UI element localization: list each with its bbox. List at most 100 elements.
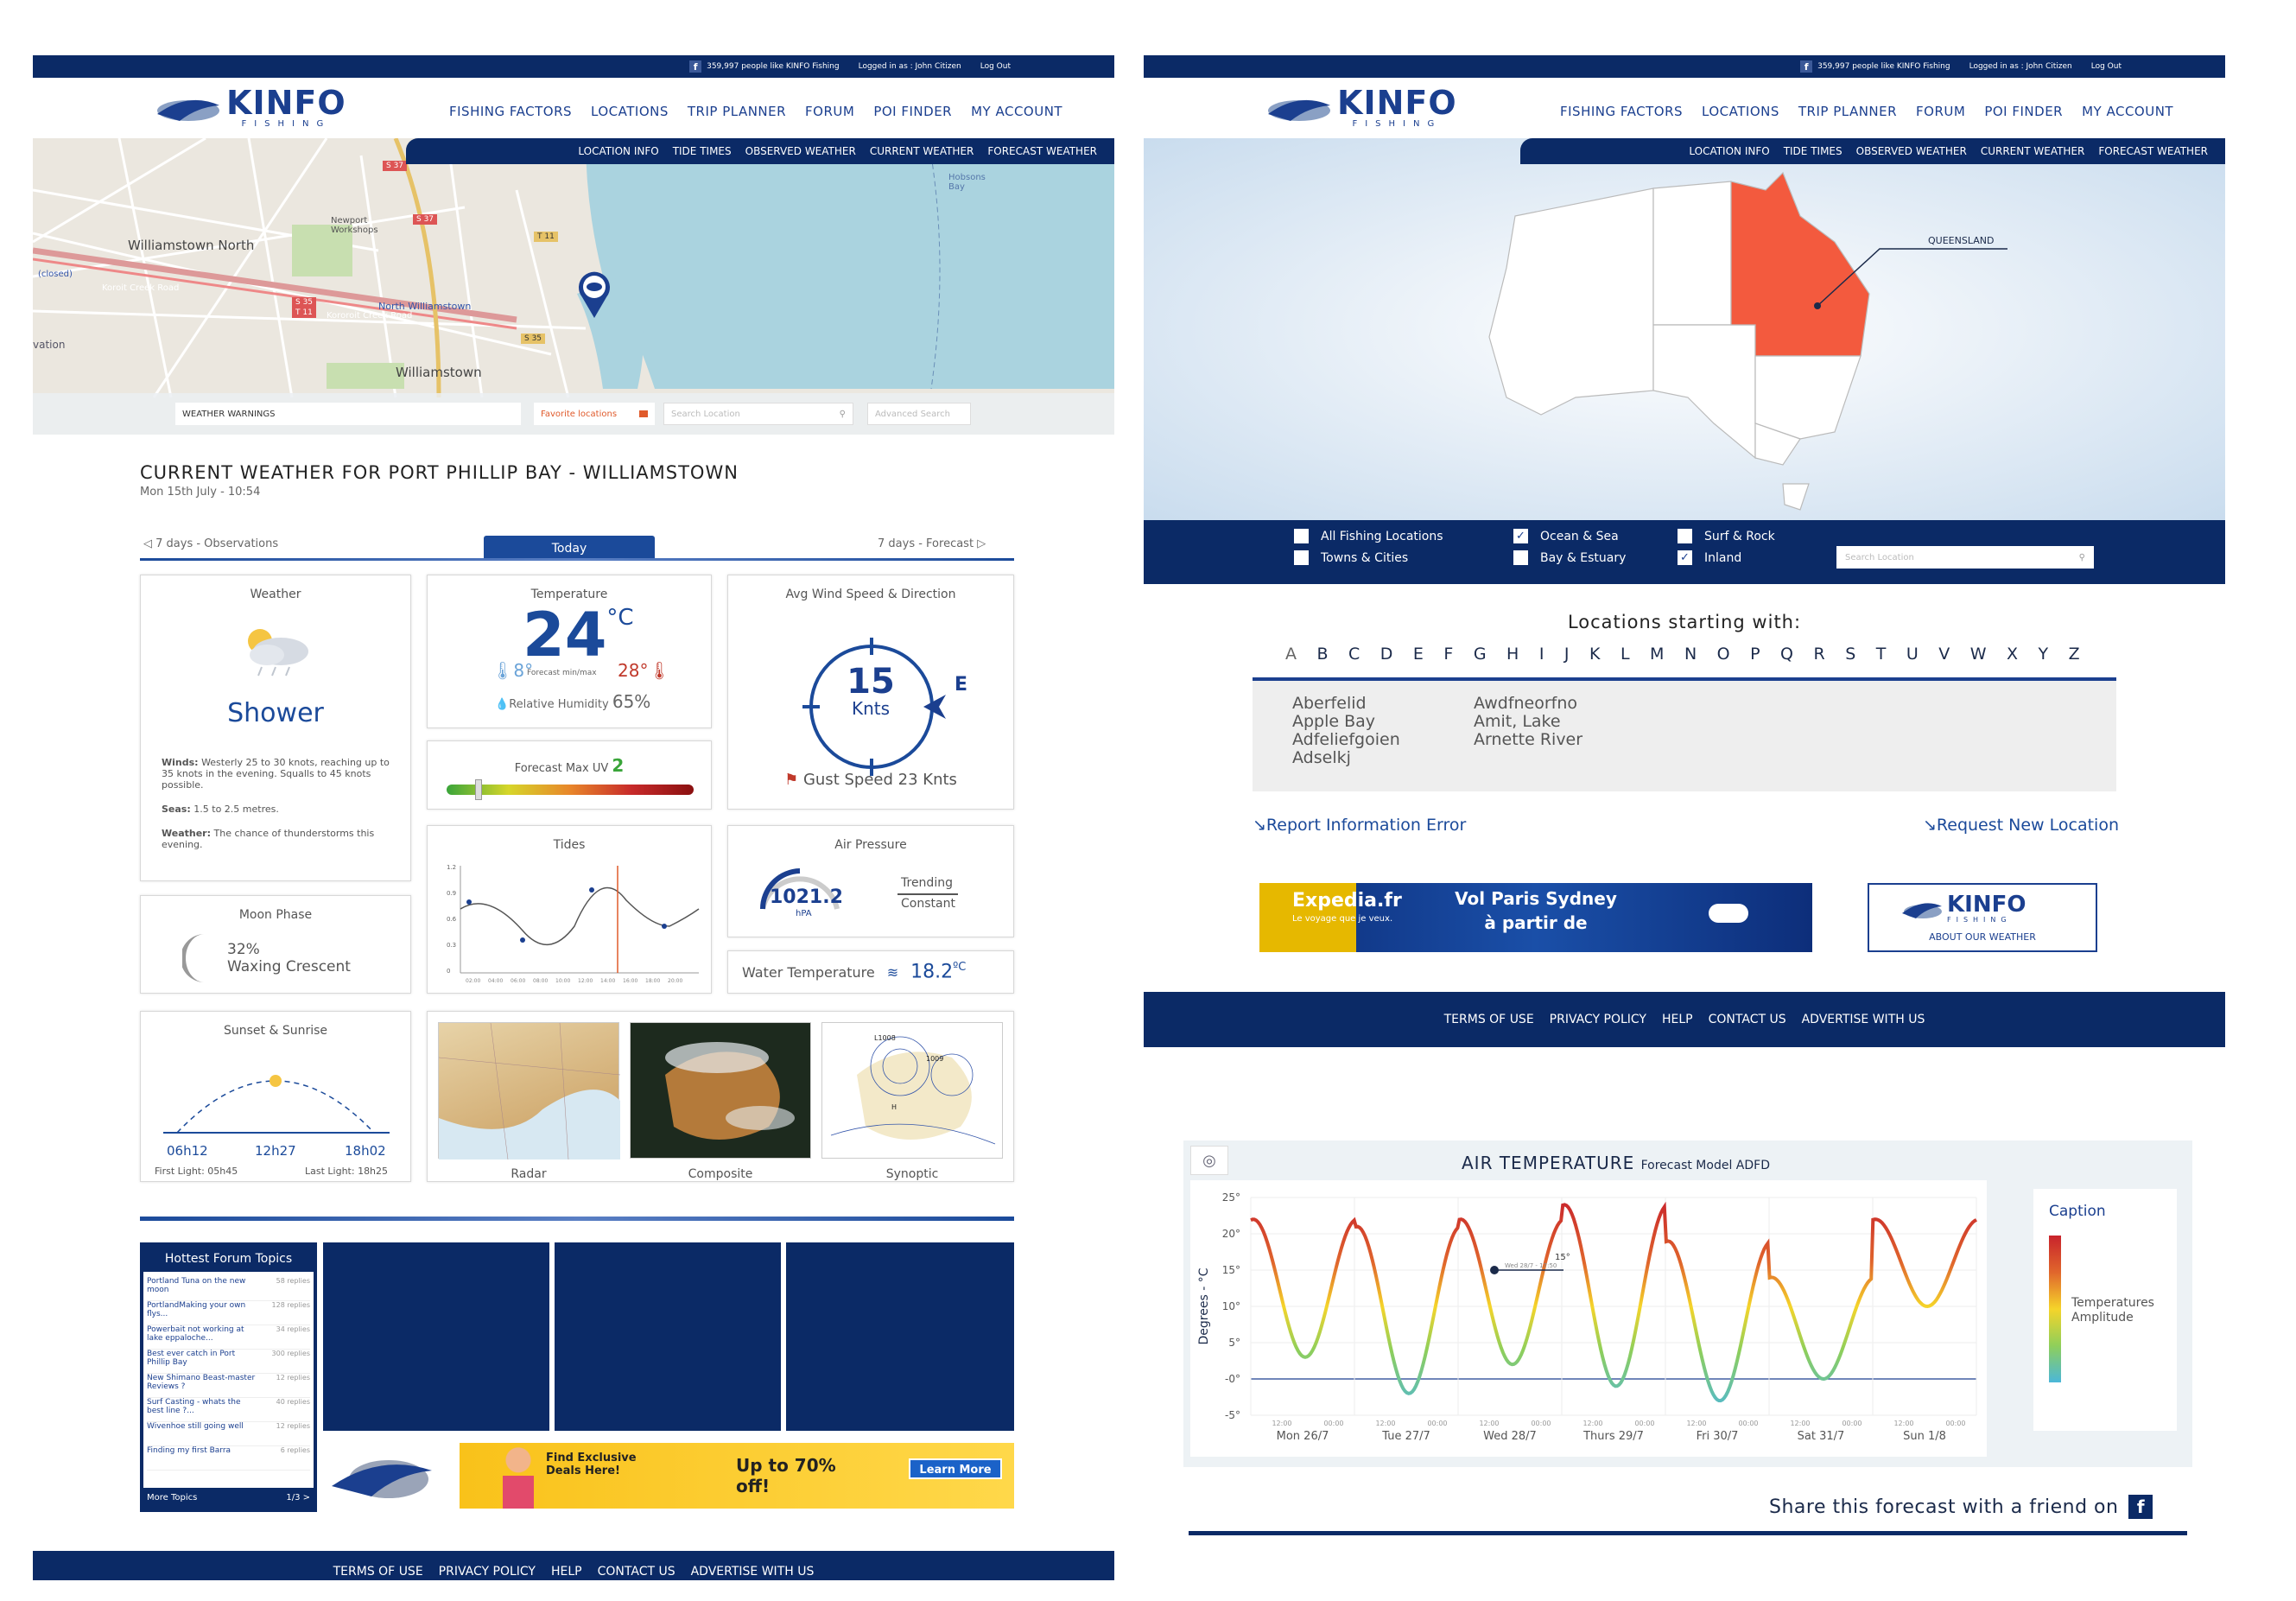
letter-p[interactable]: P [1750, 645, 1760, 664]
footer-terms[interactable]: TERMS OF USE [1444, 1013, 1534, 1026]
subnav-observed-weather[interactable]: OBSERVED WEATHER [745, 145, 856, 157]
subnav-forecast-weather[interactable]: FORECAST WEATHER [2098, 145, 2208, 157]
street-map[interactable]: Williamstown North Williamstown North Wi… [33, 138, 1114, 435]
facebook-likes[interactable]: f 359,997 people like KINFO Fishing [1800, 60, 1950, 73]
letter-j[interactable]: J [1564, 645, 1570, 664]
feature-tile-1[interactable] [323, 1242, 549, 1431]
letter-i[interactable]: I [1539, 645, 1544, 664]
nav-poi-finder[interactable]: POI FINDER [873, 104, 952, 119]
subnav-current-weather[interactable]: CURRENT WEATHER [870, 145, 974, 157]
filter-checkbox[interactable]: Bay & Estuary [1513, 550, 1678, 565]
filter-checkbox[interactable]: Surf & Rock [1678, 529, 1804, 543]
subnav-tide-times[interactable]: TIDE TIMES [673, 145, 732, 157]
search-icon[interactable]: ⚲ [2079, 553, 2085, 562]
advanced-search-button[interactable]: Advanced Search [867, 403, 971, 425]
letter-s[interactable]: S [1845, 645, 1855, 664]
letter-y[interactable]: Y [2039, 645, 2049, 664]
ad-banner-expedia[interactable]: Expedia.fr Le voyage que je veux. Vol Pa… [1259, 883, 1812, 952]
checkbox-icon[interactable] [1678, 529, 1692, 543]
footer-terms[interactable]: TERMS OF USE [333, 1565, 423, 1579]
location-item[interactable]: Adfeliefgoien [1292, 731, 1400, 749]
location-search-input[interactable]: Search Location ⚲ [1836, 546, 2094, 569]
letter-q[interactable]: Q [1780, 645, 1793, 664]
footer-advertise[interactable]: ADVERTISE WITH US [1802, 1013, 1925, 1026]
checkbox-icon[interactable] [1294, 550, 1309, 565]
subnav-tide-times[interactable]: TIDE TIMES [1784, 145, 1843, 157]
footer-contact[interactable]: CONTACT US [598, 1565, 675, 1579]
about-weather-button[interactable]: KINFO FISHING ABOUT OUR WEATHER [1868, 883, 2097, 952]
tab-observations[interactable]: ◁ 7 days - Observations [143, 537, 278, 550]
weather-warnings-button[interactable]: WEATHER WARNINGS [175, 403, 521, 425]
logout-link[interactable]: Log Out [2091, 62, 2122, 71]
footer-privacy[interactable]: PRIVACY POLICY [1550, 1013, 1646, 1026]
letter-z[interactable]: Z [2069, 645, 2080, 664]
nav-fishing-factors[interactable]: FISHING FACTORS [449, 104, 572, 119]
subnav-location-info[interactable]: LOCATION INFO [578, 145, 658, 157]
forum-topic[interactable]: Portland Tuna on the new moon 58 replies [147, 1277, 310, 1301]
forum-topic[interactable]: Powerbait not working at lake eppaloche.… [147, 1325, 310, 1350]
letter-w[interactable]: W [1970, 645, 1987, 664]
location-item[interactable]: Awdfneorfno [1474, 695, 1582, 713]
nav-trip-planner[interactable]: TRIP PLANNER [688, 104, 786, 119]
footer-help[interactable]: HELP [1662, 1013, 1693, 1026]
feature-tile-2[interactable] [555, 1242, 781, 1431]
location-item[interactable]: Amit, Lake [1474, 713, 1582, 731]
checkbox-icon[interactable] [1513, 550, 1528, 565]
letter-u[interactable]: U [1906, 645, 1919, 664]
letter-c[interactable]: C [1348, 645, 1360, 664]
nav-forum[interactable]: FORUM [805, 104, 854, 119]
report-error-link[interactable]: ↘Report Information Error [1253, 816, 1466, 835]
checkbox-checked-icon[interactable]: ✓ [1513, 529, 1528, 543]
letter-d[interactable]: D [1380, 645, 1393, 664]
feature-tile-3[interactable] [786, 1242, 1014, 1431]
checkbox-icon[interactable] [1294, 529, 1309, 543]
letter-r[interactable]: R [1814, 645, 1825, 664]
filter-checkbox[interactable]: ✓ Ocean & Sea [1513, 529, 1678, 543]
location-pin-icon[interactable] [575, 268, 613, 320]
footer-advertise[interactable]: ADVERTISE WITH US [691, 1565, 815, 1579]
nav-poi-finder[interactable]: POI FINDER [1984, 104, 2063, 119]
location-item[interactable]: Arnette River [1474, 731, 1582, 749]
kinfo-logo[interactable]: KINFO FISHING [154, 86, 346, 129]
ad-banner-deals[interactable]: Find Exclusive Deals Here! Up to 70% off… [460, 1443, 1014, 1509]
composite-thumbnail[interactable] [630, 1022, 811, 1159]
letter-b[interactable]: B [1316, 645, 1328, 664]
letter-o[interactable]: O [1717, 645, 1730, 664]
tab-today[interactable]: Today [484, 536, 655, 560]
forum-topic[interactable]: Wivenhoe still going well 12 replies [147, 1422, 310, 1446]
letter-l[interactable]: L [1621, 645, 1630, 664]
letter-e[interactable]: E [1413, 645, 1424, 664]
footer-privacy[interactable]: PRIVACY POLICY [439, 1565, 536, 1579]
share-forecast[interactable]: Share this forecast with a friend on f [1769, 1495, 2153, 1519]
search-icon[interactable]: ⚲ [840, 410, 846, 419]
checkbox-checked-icon[interactable]: ✓ [1678, 550, 1692, 565]
filter-checkbox[interactable]: ✓ Inland [1678, 550, 1804, 565]
more-topics-link[interactable]: More Topics [147, 1493, 197, 1503]
filter-checkbox[interactable]: Towns & Cities [1294, 550, 1513, 565]
subnav-current-weather[interactable]: CURRENT WEATHER [1981, 145, 2085, 157]
letter-f[interactable]: F [1443, 645, 1453, 664]
logout-link[interactable]: Log Out [980, 62, 1011, 71]
location-item[interactable]: Adselkj [1292, 749, 1400, 767]
letter-x[interactable]: X [2007, 645, 2018, 664]
tab-forecast[interactable]: 7 days - Forecast ▷ [878, 537, 986, 550]
nav-fishing-factors[interactable]: FISHING FACTORS [1560, 104, 1683, 119]
subnav-location-info[interactable]: LOCATION INFO [1689, 145, 1769, 157]
letter-v[interactable]: V [1938, 645, 1950, 664]
forum-pager[interactable]: 1/3 > [286, 1493, 310, 1503]
nav-locations[interactable]: LOCATIONS [1702, 104, 1779, 119]
nav-my-account[interactable]: MY ACCOUNT [2082, 104, 2173, 119]
letter-t[interactable]: T [1876, 645, 1887, 664]
forum-topic[interactable]: Finding my first Barra 6 replies [147, 1446, 310, 1471]
favorite-locations-dropdown[interactable]: Favorite locations [534, 403, 655, 425]
nav-forum[interactable]: FORUM [1916, 104, 1965, 119]
forum-topic[interactable]: PortlandMaking your own flys... 128 repli… [147, 1301, 310, 1325]
footer-help[interactable]: HELP [551, 1565, 582, 1579]
nav-trip-planner[interactable]: TRIP PLANNER [1798, 104, 1897, 119]
subnav-forecast-weather[interactable]: FORECAST WEATHER [987, 145, 1097, 157]
letter-h[interactable]: H [1506, 645, 1519, 664]
map-search-input[interactable]: Search Location ⚲ [663, 403, 853, 425]
letter-m[interactable]: M [1650, 645, 1664, 664]
request-location-link[interactable]: ↘Request New Location [1923, 816, 2119, 835]
facebook-icon[interactable]: f [2128, 1495, 2153, 1519]
